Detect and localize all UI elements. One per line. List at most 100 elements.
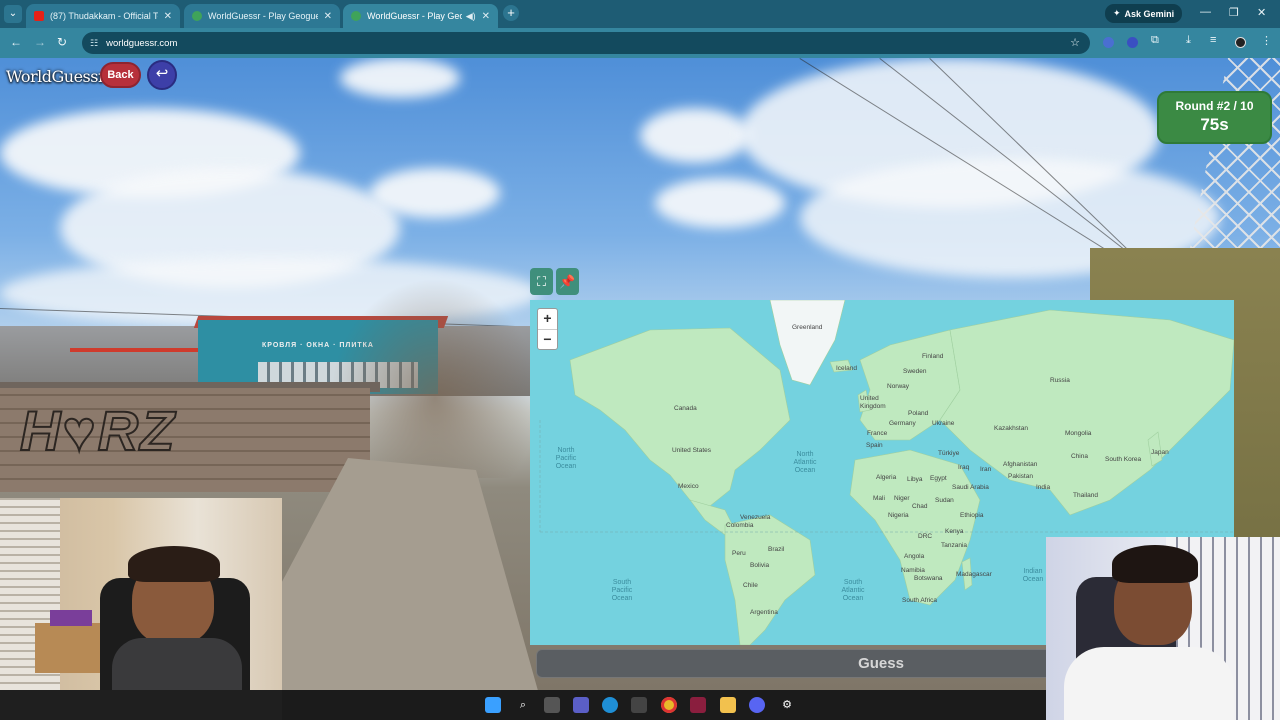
globe-icon [351, 11, 361, 21]
svg-text:Ocean: Ocean [556, 463, 577, 470]
svg-text:Colombia: Colombia [726, 522, 754, 529]
windows-taskbar: ⌕ ⚙ [282, 690, 1046, 720]
svg-text:Egypt: Egypt [930, 475, 947, 482]
store-icon[interactable] [631, 697, 647, 713]
svg-text:South: South [613, 579, 631, 586]
tab-youtube[interactable]: (87) Thudakkam - Official Teaser ✕ [26, 4, 180, 28]
svg-text:France: France [867, 430, 888, 437]
url-text: worldguessr.com [106, 37, 178, 49]
zoom-in-button[interactable]: + [538, 309, 557, 329]
forward-arrow-icon[interactable]: → [34, 35, 46, 49]
ask-gemini-label: Ask Gemini [1124, 8, 1175, 19]
svg-text:Chad: Chad [912, 503, 928, 510]
teams-icon[interactable] [573, 697, 589, 713]
windows-start-icon[interactable] [485, 697, 501, 713]
svg-text:Ukraine: Ukraine [932, 420, 955, 427]
svg-text:Mongolia: Mongolia [1065, 430, 1092, 437]
svg-text:Greenland: Greenland [792, 324, 823, 331]
close-icon[interactable]: ✕ [164, 11, 172, 22]
svg-text:Chile: Chile [743, 582, 758, 589]
svg-text:Mexico: Mexico [678, 483, 699, 490]
kebab-menu-icon[interactable]: ⋮ [1261, 34, 1272, 47]
svg-text:Niger: Niger [894, 495, 910, 502]
search-icon[interactable]: ⌕ [515, 697, 531, 713]
webcam-right [1046, 537, 1280, 720]
address-bar[interactable]: ☷ worldguessr.com ☆ [82, 32, 1090, 54]
svg-text:United: United [860, 395, 879, 402]
svg-text:Atlantic: Atlantic [842, 587, 865, 594]
round-label: Round #2 / 10 [1175, 99, 1254, 113]
svg-text:Ethiopia: Ethiopia [960, 512, 984, 519]
svg-text:Ocean: Ocean [795, 467, 816, 474]
svg-text:Thailand: Thailand [1073, 492, 1098, 499]
expand-icon[interactable]: ⛶ [530, 268, 553, 295]
tab-search-button[interactable]: ⌄ [4, 5, 22, 23]
discord-icon[interactable] [749, 697, 765, 713]
svg-text:Libya: Libya [907, 476, 923, 483]
svg-text:North: North [557, 447, 574, 454]
task-view-icon[interactable] [544, 697, 560, 713]
svg-text:Finland: Finland [922, 353, 944, 360]
app-icon[interactable] [690, 697, 706, 713]
back-button[interactable]: Back [100, 62, 141, 88]
zoom-out-button[interactable]: − [538, 329, 557, 349]
svg-text:Sudan: Sudan [935, 497, 954, 504]
extension-icon[interactable] [1127, 37, 1138, 48]
tab-title: (87) Thudakkam - Official Teaser [50, 11, 158, 21]
svg-text:Kenya: Kenya [945, 528, 964, 535]
svg-text:China: China [1071, 453, 1088, 460]
restore-icon[interactable]: ❐ [1229, 6, 1239, 19]
svg-text:Mali: Mali [873, 495, 885, 502]
svg-text:India: India [1036, 484, 1050, 491]
svg-text:Russia: Russia [1050, 377, 1070, 384]
svg-text:North: North [796, 451, 813, 458]
ask-gemini-button[interactable]: ✦ Ask Gemini [1105, 4, 1183, 23]
close-window-icon[interactable]: ✕ [1257, 6, 1266, 19]
reading-list-icon[interactable]: ≡ [1210, 34, 1216, 46]
download-icon[interactable]: ⤓ [1186, 34, 1191, 47]
svg-text:DRC: DRC [918, 533, 932, 540]
reload-icon[interactable]: ↻ [57, 35, 67, 49]
svg-text:South Korea: South Korea [1105, 456, 1142, 463]
profile-avatar[interactable] [1235, 37, 1246, 48]
svg-text:Türkiye: Türkiye [938, 450, 960, 457]
file-explorer-icon[interactable] [720, 697, 736, 713]
pin-icon[interactable]: 📌 [556, 268, 579, 295]
speaker-icon[interactable]: ◀) [466, 11, 476, 22]
svg-text:Venezuela: Venezuela [740, 514, 771, 521]
svg-text:Ocean: Ocean [843, 595, 864, 602]
puzzle-icon[interactable]: ⧉ [1151, 34, 1159, 47]
svg-text:Bolivia: Bolivia [750, 562, 770, 569]
tab-worldguessr-2[interactable]: WorldGuessr - Play Geoguessr Free ◀) ✕ [343, 4, 498, 28]
svg-text:Indian: Indian [1023, 568, 1042, 575]
minimize-icon[interactable]: — [1200, 6, 1211, 18]
browser-tab-strip: ⌄ (87) Thudakkam - Official Teaser ✕ Wor… [0, 0, 1280, 28]
bookmark-star-icon[interactable]: ☆ [1070, 36, 1080, 49]
back-arrow-icon[interactable]: ← [10, 35, 22, 49]
globe-icon [192, 11, 202, 21]
tab-worldguessr-1[interactable]: WorldGuessr - Play Geoguessr Free ✕ [184, 4, 340, 28]
round-timer-panel: Round #2 / 10 75s [1157, 91, 1272, 144]
timer: 75s [1200, 115, 1229, 134]
undo-arrow-icon[interactable]: ↩ [147, 60, 177, 90]
sparkle-icon: ✦ [1113, 8, 1121, 18]
svg-text:Namibia: Namibia [901, 567, 925, 574]
new-tab-button[interactable]: + [503, 5, 519, 21]
tab-title: WorldGuessr - Play Geoguessr Free [208, 11, 318, 21]
settings-icon[interactable]: ⚙ [779, 697, 795, 713]
youtube-icon [34, 11, 44, 21]
svg-text:Botswana: Botswana [914, 575, 943, 582]
edge-icon[interactable] [602, 697, 618, 713]
svg-text:Angola: Angola [904, 553, 925, 560]
svg-text:Pakistan: Pakistan [1008, 473, 1033, 480]
svg-text:Pacific: Pacific [556, 455, 577, 462]
svg-text:Spain: Spain [866, 442, 883, 449]
site-info-icon[interactable]: ☷ [90, 38, 98, 49]
svg-text:Sweden: Sweden [903, 368, 927, 375]
close-icon[interactable]: ✕ [482, 11, 490, 22]
svg-text:Saudi Arabia: Saudi Arabia [952, 484, 989, 491]
chrome-icon[interactable] [661, 697, 677, 713]
close-icon[interactable]: ✕ [324, 11, 332, 22]
extension-icon[interactable] [1103, 37, 1114, 48]
svg-text:United States: United States [672, 447, 712, 454]
